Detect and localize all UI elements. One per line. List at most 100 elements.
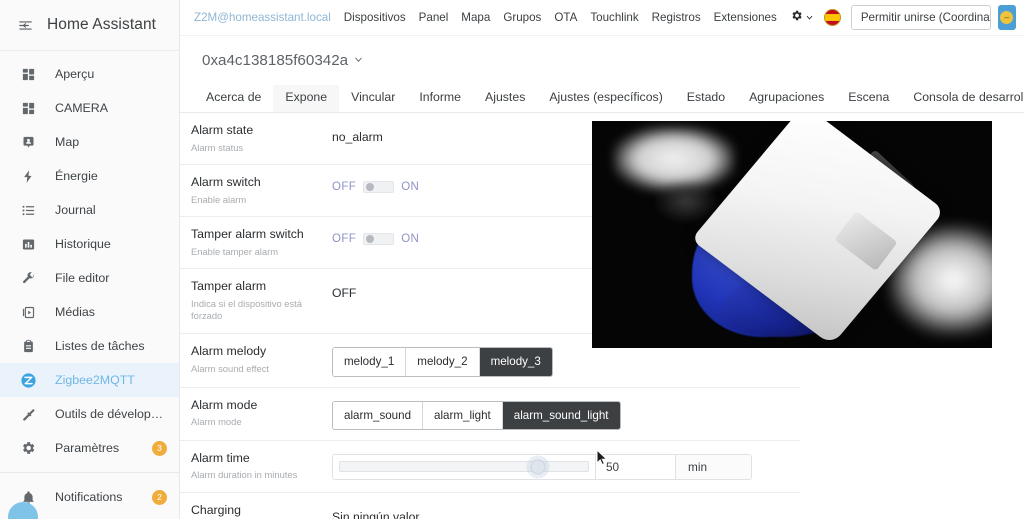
device-selector[interactable]: 0xa4c138185f60342a (202, 52, 364, 69)
tab-ajustes-especificos[interactable]: Ajustes (específicos) (537, 85, 674, 112)
permit-join-select[interactable]: Permitir unirse (Coordinator) (850, 5, 991, 30)
main-area: Z2M@homeassistant.local Dispositivos Pan… (180, 0, 1024, 519)
tab-acerca-de[interactable]: Acerca de (194, 85, 273, 112)
nav-link-ota[interactable]: OTA (554, 11, 577, 24)
alarm-mode-option-sound-light[interactable]: alarm_sound_light (502, 401, 620, 429)
melody-option-2[interactable]: melody_2 (406, 348, 480, 376)
sidebar-item-label: File editor (55, 271, 110, 285)
clipboard-list-icon (17, 335, 39, 357)
nav-link-touchlink[interactable]: Touchlink (590, 11, 638, 24)
sidebar-item-label: Notifications (55, 490, 123, 504)
expose-label: Alarm switch Enable alarm (180, 175, 332, 206)
sidebar-item-label: Paramètres (55, 441, 120, 455)
nav-brand-link[interactable]: Z2M@homeassistant.local (194, 11, 331, 24)
sidebar-item-label: CAMERA (55, 101, 109, 115)
expose-row-alarm-time: Alarm time Alarm duration in minutes 50 … (180, 441, 800, 493)
sidebar-item-listes-de-taches[interactable]: Listes de tâches (0, 329, 179, 363)
sidebar-item-map[interactable]: Map (0, 125, 179, 159)
sidebar-item-label: Zigbee2MQTT (55, 373, 135, 387)
toggle-knob (366, 183, 375, 192)
sidebar-item-medias[interactable]: Médias (0, 295, 179, 329)
device-render (691, 121, 945, 346)
dashboard-icon (17, 97, 39, 119)
spain-flag-icon[interactable] (823, 9, 841, 26)
alarm-time-slider[interactable] (333, 454, 595, 479)
expose-label: Alarm time Alarm duration in minutes (180, 451, 332, 482)
toggle-off-label[interactable]: OFF (332, 181, 356, 193)
menu-collapse-icon[interactable] (10, 10, 40, 40)
sidebar-item-label: Listes de tâches (55, 339, 145, 353)
sidebar-item-camera[interactable]: CAMERA (0, 91, 179, 125)
media-play-icon (17, 301, 39, 323)
expose-label: Alarm state Alarm status (180, 123, 332, 154)
nav-link-registros[interactable]: Registros (652, 11, 701, 24)
sidebar-item-parametres[interactable]: Paramètres 3 (0, 431, 179, 465)
expose-name: Alarm melody (191, 344, 267, 359)
melody-option-3[interactable]: melody_3 (479, 348, 552, 376)
sidebar-item-zigbee2mqtt[interactable]: Zigbee2MQTT (0, 363, 179, 397)
alarm-switch-toggle[interactable] (363, 181, 395, 194)
device-header: 0xa4c138185f60342a (180, 36, 1024, 70)
device-ieee-address: 0xa4c138185f60342a (202, 52, 349, 69)
toggle-on-label[interactable]: ON (401, 181, 419, 193)
tab-consola-de-desarrollo[interactable]: Consola de desarrollo (901, 85, 1024, 112)
permit-join-toggle-button[interactable]: – (997, 5, 1016, 30)
chevron-down-icon (353, 52, 364, 69)
app-title: Home Assistant (47, 16, 157, 33)
sidebar-badge: 2 (152, 489, 167, 505)
tab-vincular[interactable]: Vincular (339, 85, 407, 112)
nav-link-extensiones[interactable]: Extensiones (714, 11, 777, 24)
alarm-mode-option-sound[interactable]: alarm_sound (333, 401, 424, 429)
tab-estado[interactable]: Estado (675, 85, 737, 112)
sidebar-item-energie[interactable]: Énergie (0, 159, 179, 193)
nav-link-dispositivos[interactable]: Dispositivos (344, 11, 406, 24)
sidebar-item-historique[interactable]: Historique (0, 227, 179, 261)
alarm-time-input[interactable]: 50 (595, 454, 675, 479)
sidebar-item-outils-de-developpement[interactable]: Outils de développement (0, 397, 179, 431)
toggle-off-label[interactable]: OFF (332, 233, 356, 245)
melody-option-1[interactable]: melody_1 (333, 348, 407, 376)
tab-expone[interactable]: Expone (273, 85, 340, 113)
alarm-time-control: 50 min (332, 453, 752, 480)
alarm-mode-option-light[interactable]: alarm_light (423, 401, 503, 429)
exposes-panel: Alarm state Alarm status no_alarm Alarm … (180, 113, 1024, 519)
expose-description: Enable alarm (191, 193, 247, 205)
list-icon (17, 199, 39, 221)
nav-link-grupos[interactable]: Grupos (503, 11, 541, 24)
expose-name: Alarm mode (191, 397, 258, 412)
tab-informe[interactable]: Informe (407, 85, 473, 112)
expose-description: Alarm mode (191, 415, 242, 427)
settings-menu-button[interactable] (790, 9, 814, 27)
sidebar-item-file-editor[interactable]: File editor (0, 261, 179, 295)
zigbee-icon (17, 369, 39, 391)
account-badge-icon (17, 131, 39, 153)
sidebar-badge: 3 (152, 440, 167, 456)
tab-agrupaciones[interactable]: Agrupaciones (737, 85, 836, 112)
alarm-melody-group: melody_1 melody_2 melody_3 (332, 347, 553, 377)
tab-escena[interactable]: Escena (836, 85, 901, 112)
device-tabs: Acerca de Expone Vincular Informe Ajuste… (180, 84, 1024, 114)
sidebar-item-apercu[interactable]: Aperçu (0, 57, 179, 91)
expose-label: Tamper alarm switch Enable tamper alarm (180, 227, 332, 258)
nav-link-mapa[interactable]: Mapa (461, 11, 490, 24)
tamper-alarm-switch-toggle[interactable] (363, 233, 395, 246)
slider-thumb[interactable] (530, 459, 546, 475)
tab-ajustes[interactable]: Ajustes (473, 85, 537, 112)
nav-link-panel[interactable]: Panel (419, 11, 449, 24)
expose-value: melody_1 melody_2 melody_3 (332, 344, 800, 377)
sidebar-item-label: Historique (55, 237, 111, 251)
device-photo (592, 121, 992, 349)
alarm-mode-group: alarm_sound alarm_light alarm_sound_ligh… (332, 400, 621, 430)
top-navigation-bar: Z2M@homeassistant.local Dispositivos Pan… (180, 0, 1024, 36)
toggle-knob (366, 235, 375, 244)
gear-icon (17, 437, 39, 459)
expose-name: Alarm time (191, 450, 250, 465)
slider-track (339, 459, 589, 475)
toggle-on-label[interactable]: ON (401, 233, 419, 245)
sidebar-item-journal[interactable]: Journal (0, 193, 179, 227)
expose-label: Alarm melody Alarm sound effect (180, 344, 332, 375)
sidebar-divider (0, 472, 179, 473)
sidebar-item-label: Médias (55, 305, 95, 319)
bar-chart-icon (17, 233, 39, 255)
expose-row-alarm-mode: Alarm mode Alarm mode alarm_sound alarm_… (180, 388, 800, 441)
